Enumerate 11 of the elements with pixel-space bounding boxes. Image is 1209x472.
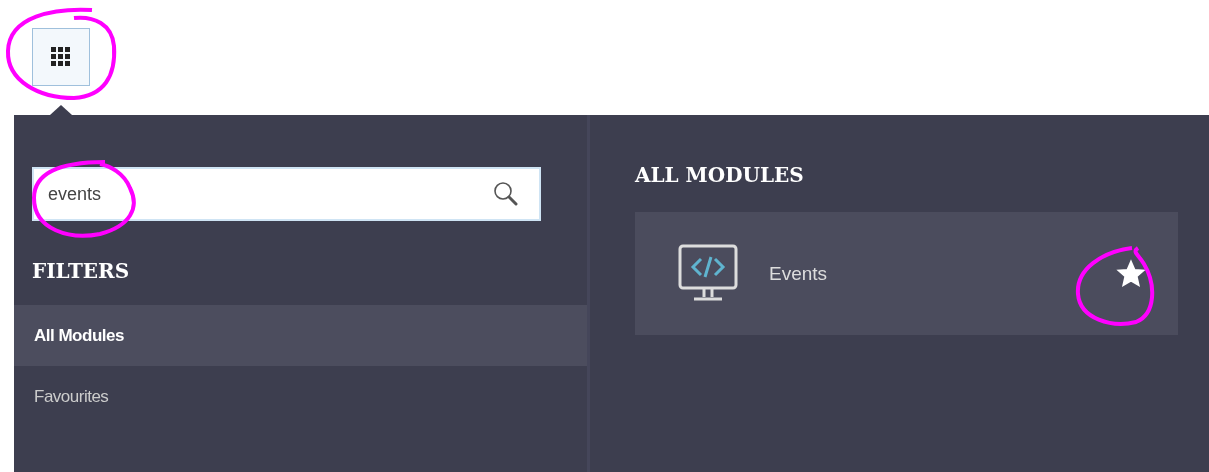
filters-heading: FILTERS	[32, 259, 131, 283]
search-field[interactable]: events	[32, 167, 541, 221]
grid-icon	[51, 47, 71, 67]
favourite-star-icon[interactable]	[1116, 258, 1146, 289]
filter-item[interactable]: All Modules	[14, 305, 587, 366]
filter-item[interactable]: Favourites	[14, 366, 587, 427]
module-card[interactable]: Events	[635, 212, 1178, 335]
app-launcher-button[interactable]	[32, 28, 90, 86]
module-label: Events	[769, 262, 829, 285]
modules-heading: ALL MODULES	[635, 163, 805, 187]
search-icon	[493, 181, 519, 207]
